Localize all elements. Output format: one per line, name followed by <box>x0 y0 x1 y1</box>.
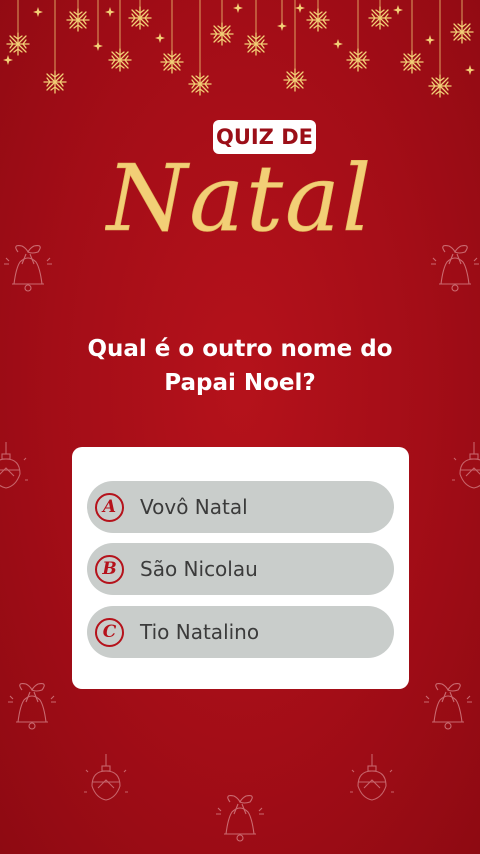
natal-title-text: Natal <box>105 145 373 252</box>
option-c-text: Tio Natalino <box>140 620 260 644</box>
option-b-text: São Nicolau <box>140 557 258 581</box>
answer-card: A Vovô Natal B São Nicolau C Tio Natalin… <box>72 447 409 689</box>
question-line-1: Qual é o outro nome do <box>87 336 393 362</box>
option-a-letter: A <box>95 492 124 522</box>
natal-script-title: Natal <box>105 145 373 253</box>
option-a-text: Vovô Natal <box>140 495 248 519</box>
question-text: Qual é o outro nome do Papai Noel? <box>60 332 420 400</box>
option-b-letter: B <box>95 554 124 584</box>
option-c-letter: C <box>95 617 124 647</box>
question-line-2: Papai Noel? <box>164 370 316 396</box>
option-a[interactable]: A Vovô Natal <box>87 481 394 533</box>
option-b[interactable]: B São Nicolau <box>87 543 394 595</box>
option-c[interactable]: C Tio Natalino <box>87 606 394 658</box>
